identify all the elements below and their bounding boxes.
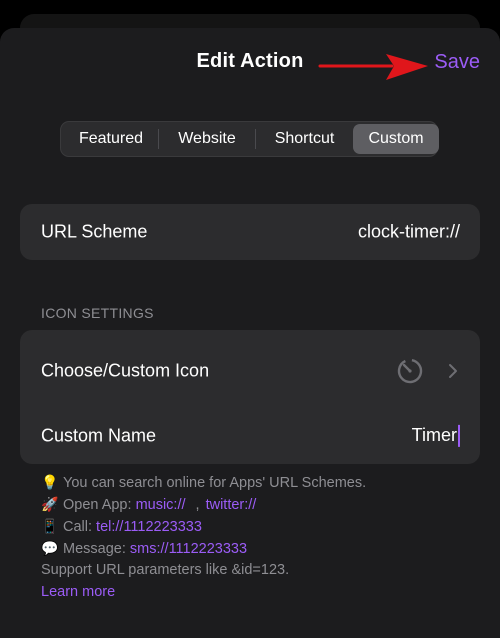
url-scheme-input[interactable]: clock-timer:// <box>358 222 460 243</box>
timer-icon <box>397 358 423 384</box>
custom-name-value: Timer <box>411 424 457 445</box>
chevron-right-icon <box>449 364 457 378</box>
url-scheme-card: URL Scheme clock-timer:// <box>20 204 480 260</box>
nav-header: Edit Action Save <box>0 28 500 98</box>
tel-link[interactable]: tel://1112223333 <box>96 519 202 535</box>
action-type-segmented-control: Featured Website Shortcut Custom <box>60 121 439 157</box>
url-scheme-row[interactable]: URL Scheme clock-timer:// <box>20 204 480 260</box>
custom-name-input[interactable]: Timer <box>411 424 460 448</box>
learn-more-link[interactable]: Learn more <box>41 584 115 600</box>
music-link[interactable]: music:// <box>136 497 186 513</box>
save-button[interactable]: Save <box>434 51 480 74</box>
tip-search: 💡 You can search online for Apps' URL Sch… <box>41 471 481 493</box>
tip-call-prefix: Call: <box>63 519 93 535</box>
edit-action-sheet: Edit Action Save Featured Website Shortc… <box>0 28 500 638</box>
tip-message-prefix: Message: <box>63 541 126 557</box>
tips-section: 💡 You can search online for Apps' URL Sch… <box>41 471 481 603</box>
choose-icon-row[interactable]: Choose/Custom Icon <box>20 343 480 399</box>
tip-search-text: You can search online for Apps' URL Sche… <box>63 475 367 491</box>
red-arrow-icon <box>318 54 428 80</box>
tip-open-prefix: Open App: <box>63 497 132 513</box>
twitter-link[interactable]: twitter:// <box>206 497 257 513</box>
icon-settings-card: Choose/Custom Icon Custom Name Timer <box>20 330 480 464</box>
speech-bubble-icon: 💬 <box>41 540 59 556</box>
icon-settings-heading: ICON SETTINGS <box>41 305 154 321</box>
tip-learn-more-row: Learn more <box>41 581 481 603</box>
segment-shortcut[interactable]: Shortcut <box>256 124 353 154</box>
tip-call: 📱 Call: tel://1112223333 <box>41 515 481 537</box>
tip-params: Support URL parameters like &id=123. <box>41 562 290 578</box>
tip-open-separator: , <box>195 497 200 513</box>
custom-name-label: Custom Name <box>41 425 157 446</box>
lightbulb-icon: 💡 <box>41 474 59 490</box>
segment-featured[interactable]: Featured <box>64 124 158 154</box>
rocket-icon: 🚀 <box>41 496 59 512</box>
phone-icon: 📱 <box>41 518 59 534</box>
segment-custom[interactable]: Custom <box>353 124 439 154</box>
sms-link[interactable]: sms://1112223333 <box>130 541 247 557</box>
url-scheme-label: URL Scheme <box>41 221 148 242</box>
choose-icon-label: Choose/Custom Icon <box>41 360 210 381</box>
tip-open-app: 🚀 Open App: music:// , twitter:// <box>41 493 481 515</box>
custom-name-row[interactable]: Custom Name Timer <box>20 408 480 464</box>
text-cursor <box>458 425 460 448</box>
segment-website[interactable]: Website <box>159 124 255 154</box>
tip-message: 💬 Message: sms://1112223333 <box>41 537 481 559</box>
